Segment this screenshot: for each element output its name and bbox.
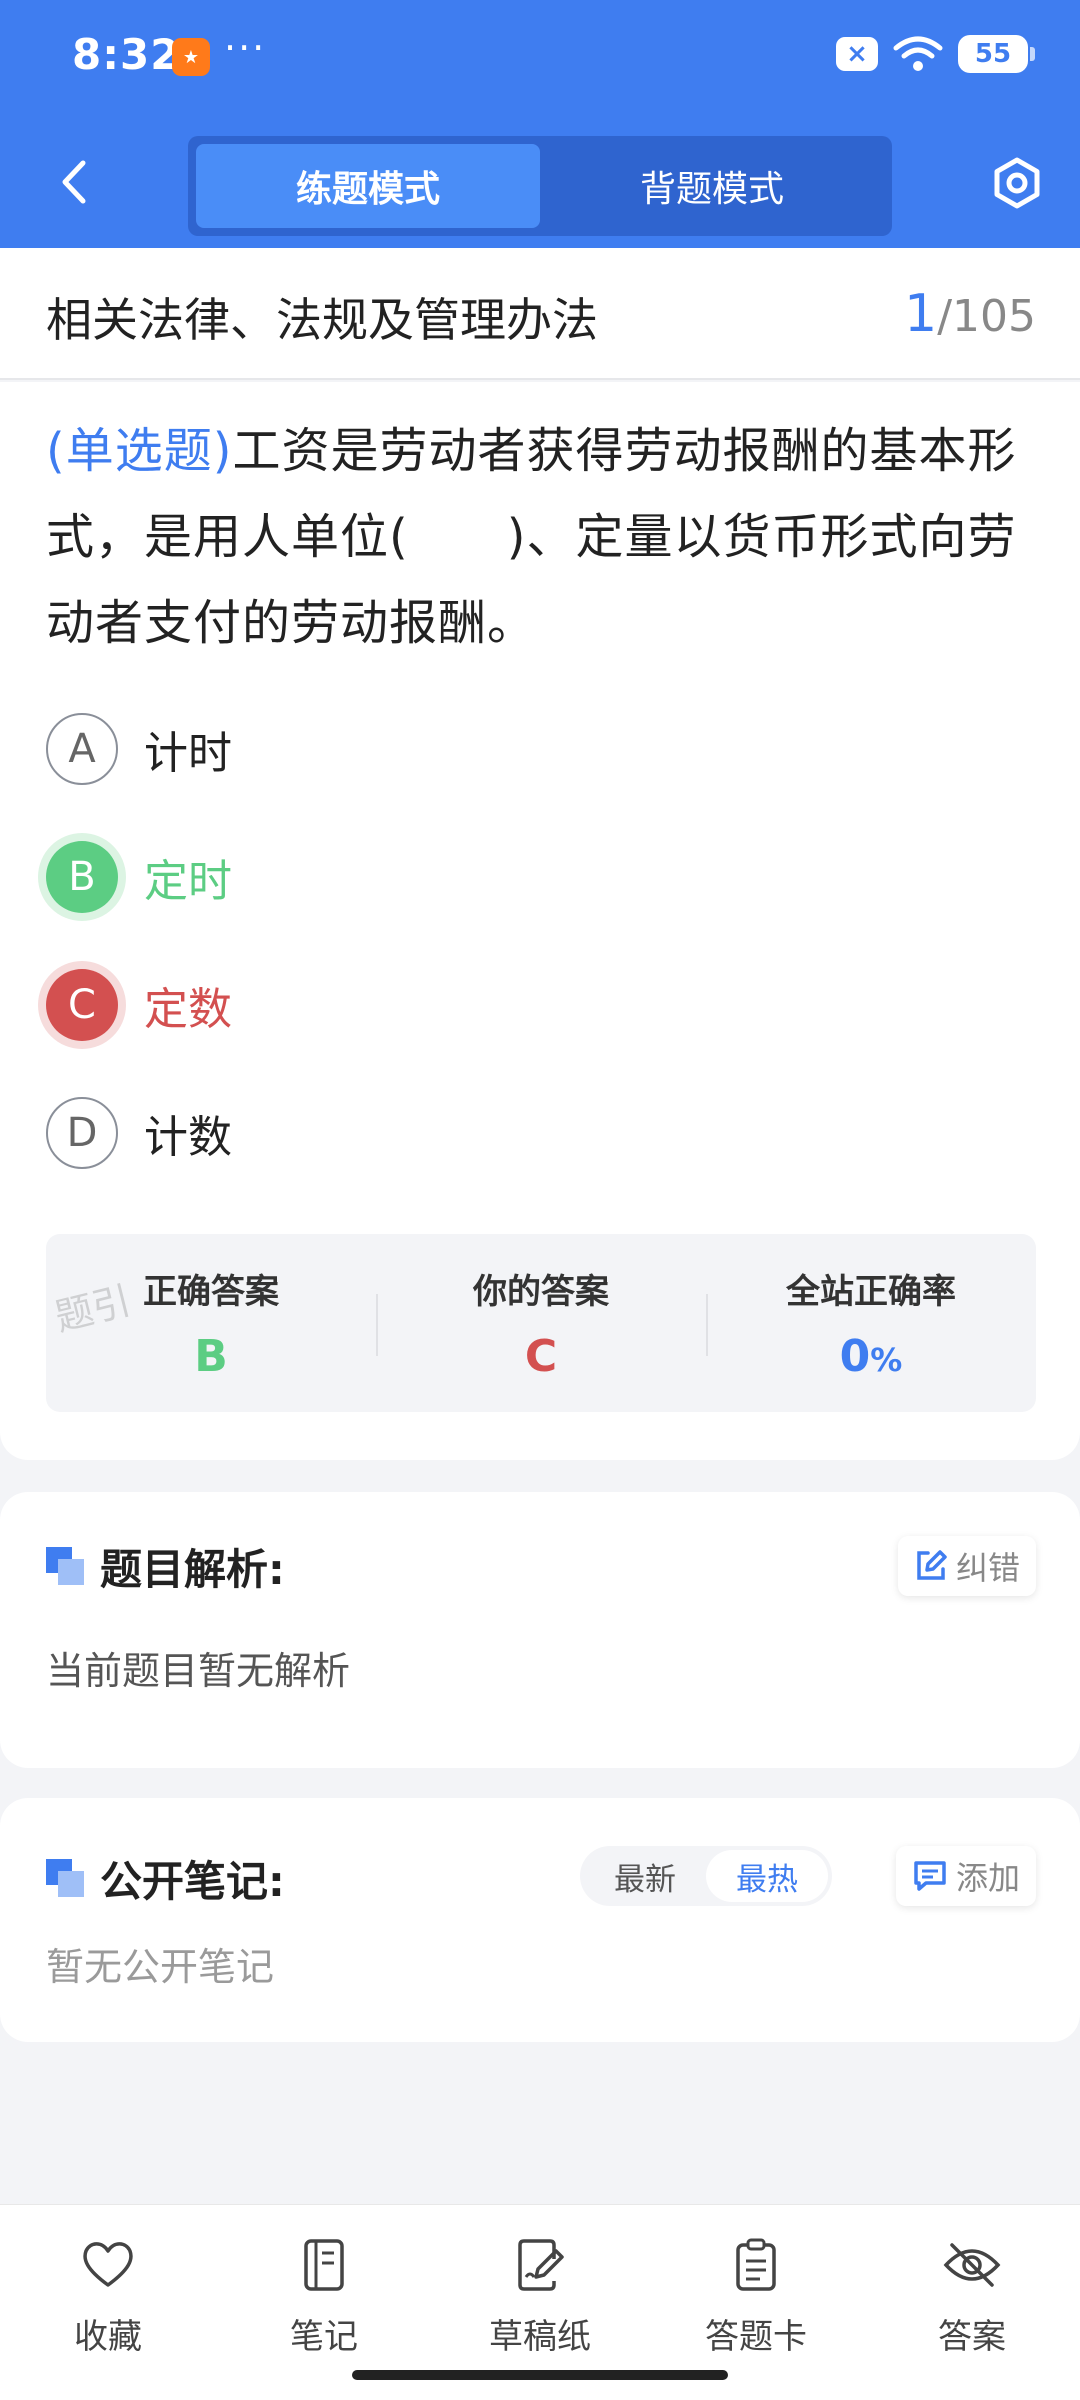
question-progress: 1/105 (904, 284, 1036, 344)
current-question-number: 1 (904, 284, 938, 344)
show-answer-button[interactable]: 答案 (864, 2205, 1080, 2400)
back-button[interactable] (44, 152, 104, 212)
your-answer-value: C (524, 1331, 558, 1382)
option-letter: D (46, 1097, 118, 1169)
analysis-header: 题目解析: (46, 1536, 285, 1597)
chevron-left-icon (62, 160, 86, 204)
option-a[interactable]: A 计时 (46, 712, 232, 786)
answer-summary: 题引 正确答案 B 你的答案 C 全站正确率 0% (46, 1234, 1036, 1412)
correct-answer: 正确答案 B (46, 1234, 376, 1412)
tab-practice-mode[interactable]: 练题模式 (196, 144, 540, 228)
question-text: (单选题)工资是劳动者获得劳动报酬的基本形式，是用人单位( )、定量以货币形式向… (46, 408, 1036, 666)
option-d[interactable]: D 计数 (46, 1096, 232, 1170)
home-indicator[interactable] (352, 2370, 728, 2380)
report-error-button[interactable]: 纠错 (897, 1536, 1036, 1596)
section-square-icon (46, 1858, 86, 1899)
status-time: 8:32 (72, 30, 181, 79)
site-accuracy-value: 0% (840, 1331, 903, 1382)
settings-button[interactable] (984, 150, 1050, 216)
settings-hexagon-icon (994, 157, 1040, 209)
option-text: 计数 (144, 1112, 232, 1163)
comment-icon (914, 1861, 946, 1891)
notes-sort-toggle: 最新 最热 (580, 1846, 832, 1906)
add-note-label: 添加 (955, 1859, 1020, 1897)
chapter-title: 相关法律、法规及管理办法 (46, 293, 598, 347)
analysis-title: 题目解析: (100, 1545, 285, 1594)
shopping-app-icon: ★ (172, 38, 210, 76)
option-letter: A (46, 713, 118, 785)
battery-icon: 55 (958, 35, 1035, 73)
heart-icon (78, 2235, 138, 2295)
chapter-title-row: 相关法律、法规及管理办法 1/105 (0, 248, 1080, 380)
show-answer-label: 答案 (938, 2317, 1006, 2357)
notes-label: 笔记 (290, 2317, 358, 2357)
tab-memorize-mode[interactable]: 背题模式 (540, 144, 884, 228)
app-header: 8:32 ★ ··· × 55 练题模式 背题模式 (0, 0, 1080, 248)
correct-answer-label: 正确答案 (143, 1272, 279, 1312)
add-note-button[interactable]: 添加 (895, 1846, 1036, 1906)
answer-card-label: 答题卡 (705, 2317, 807, 2357)
eye-off-icon (942, 2235, 1002, 2295)
top-nav: 练题模式 背题模式 (0, 130, 1080, 240)
question-card: (单选题)工资是劳动者获得劳动报酬的基本形式，是用人单位( )、定量以货币形式向… (0, 382, 1080, 1460)
sort-hottest[interactable]: 最热 (706, 1850, 828, 1902)
notebook-icon (294, 2235, 354, 2295)
option-c[interactable]: C 定数 (46, 968, 232, 1042)
sort-latest[interactable]: 最新 (584, 1850, 706, 1902)
draft-paper-label: 草稿纸 (489, 2317, 591, 2357)
your-answer-label: 你的答案 (473, 1272, 609, 1312)
favorite-label: 收藏 (74, 2317, 142, 2357)
system-icons: × 55 (836, 34, 1035, 74)
status-bar: 8:32 ★ ··· × 55 (0, 0, 1080, 120)
section-square-icon (46, 1546, 86, 1587)
your-answer: 你的答案 C (376, 1234, 706, 1412)
favorite-button[interactable]: 收藏 (0, 2205, 216, 2400)
option-text: 定时 (144, 856, 232, 907)
analysis-card: 题目解析: 纠错 当前题目暂无解析 (0, 1492, 1080, 1768)
option-letter: C (46, 969, 118, 1041)
edit-icon (917, 1550, 947, 1580)
notes-body: 暂无公开笔记 (46, 1945, 275, 1989)
total-questions: /105 (937, 291, 1036, 342)
notes-title: 公开笔记: (100, 1857, 285, 1906)
accuracy-number: 0 (839, 1331, 871, 1382)
accuracy-unit: % (870, 1341, 903, 1379)
wifi-icon (893, 36, 943, 71)
option-text: 定数 (144, 984, 232, 1035)
option-text: 计时 (144, 728, 232, 779)
site-accuracy: 全站正确率 0% (706, 1234, 1036, 1412)
notes-header: 公开笔记: (46, 1848, 285, 1909)
mode-switch: 练题模式 背题模式 (188, 136, 892, 236)
public-notes-card: 公开笔记: 最新 最热 添加 暂无公开笔记 (0, 1798, 1080, 2042)
report-error-label: 纠错 (955, 1549, 1020, 1587)
more-notifications-icon: ··· (224, 26, 267, 70)
option-b[interactable]: B 定时 (46, 840, 232, 914)
draft-paper-icon (510, 2235, 570, 2295)
question-type: (单选题) (46, 423, 233, 479)
battery-level: 55 (974, 39, 1012, 69)
correct-answer-value: B (194, 1331, 228, 1382)
no-sim-icon: × (836, 37, 878, 71)
site-accuracy-label: 全站正确率 (786, 1272, 956, 1312)
answer-card-icon (726, 2235, 786, 2295)
analysis-body: 当前题目暂无解析 (46, 1649, 351, 1693)
option-letter: B (46, 841, 118, 913)
